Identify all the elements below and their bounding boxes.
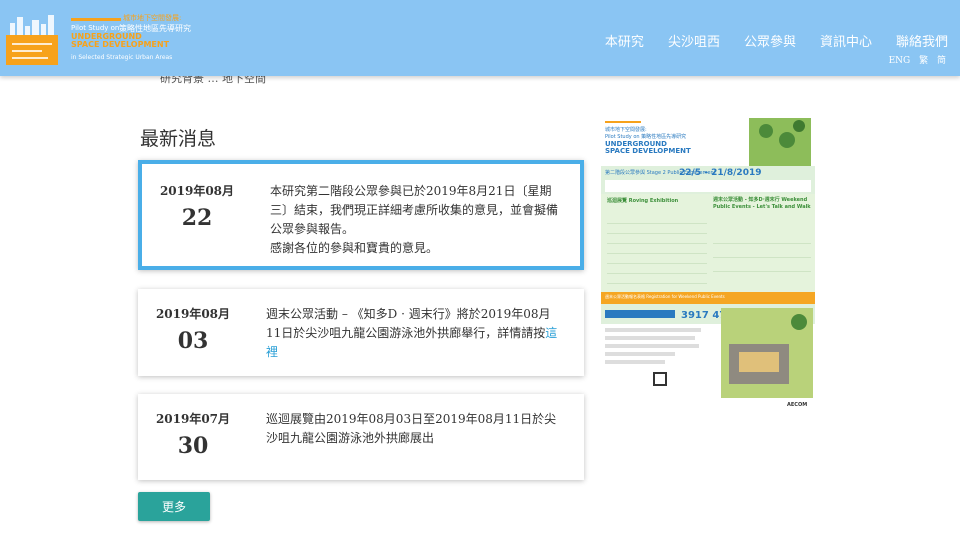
logo-en-line1: Pilot Study on [71,24,120,32]
lang-traditional[interactable]: 繁 [919,56,928,66]
poster-register-heading: 週末公眾活動報名表格 Registration for Weekend Publ… [605,294,725,299]
news-text: 本研究第二階段公眾參與已於2019年8月21日〔星期三〕結束，我們現正詳細考慮所… [270,184,559,255]
news-text: 週末公眾活動 – 《知多D · 週末行》將於2019年08月11日於尖沙咀九龍公… [266,307,558,359]
logo-mark-icon [6,13,58,65]
lang-eng[interactable]: ENG [889,56,911,66]
poster-head-zh: 城市地下空間發展: [605,127,647,133]
lang-simplified[interactable]: 简 [937,56,946,66]
logo-en-line2: UNDERGROUND SPACE DEVELOPMENT [71,32,170,49]
news-day: 03 [177,328,209,354]
news-item[interactable]: 2019年08月 03 週末公眾活動 – 《知多D · 週末行》將於2019年0… [138,289,584,376]
nav-item-tsim-sha-tsui-west[interactable]: 尖沙咀西 [668,31,720,50]
nav-item-info-centre[interactable]: 資訊中心 [820,31,872,50]
news-date: 2019年07月 30 [138,410,248,459]
logo-en-line4: in Selected Strategic Urban Areas [71,54,173,61]
main-nav: 本研究 尖沙咀西 公眾參與 資訊中心 聯絡我們 [581,31,948,50]
poster-info-text [605,328,705,398]
public-engagement-poster[interactable]: 城市地下空間發展: Pilot Study on 策略性地區先導研究 UNDER… [601,114,815,416]
nav-item-contact[interactable]: 聯絡我們 [896,31,948,50]
poster-weekend-schedule [713,230,811,288]
poster-aecom: AECOM [787,402,808,408]
poster-dates: 22/5 - 21/8/2019 [679,168,762,178]
news-day: 22 [181,205,213,231]
news-date: 2019年08月 03 [138,305,248,354]
site-header: 城市地下空間發展: Pilot Study on 策略性地區先導研究 UNDER… [0,0,960,76]
site-logo[interactable]: 城市地下空間發展: Pilot Study on 策略性地區先導研究 UNDER… [6,13,211,65]
poster-schedule [607,214,707,284]
nav-item-public-engagement[interactable]: 公眾參與 [744,31,796,50]
poster-weekend-heading: 週末公眾活動 - 知多D·週末行 Weekend Public Events -… [713,197,811,210]
poster-roving-heading: 巡迴展覽 Roving Exhibition [607,198,679,204]
news-year-month: 2019年08月 [159,184,235,198]
more-button[interactable]: 更多 [138,492,210,521]
poster-head-en: Pilot Study on 策略性地區先導研究 UNDERGROUND SPA… [605,134,691,155]
news-day: 30 [177,433,209,459]
news-item[interactable]: 2019年08月 22 本研究第二階段公眾參與已於2019年8月21日〔星期三〕… [138,160,584,270]
news-text: 巡迴展覽由2019年08月03日至2019年08月11日於尖沙咀九龍公園游泳池外… [266,412,557,445]
logo-zh-line1: 城市地下空間發展: [123,14,182,22]
news-year-month: 2019年08月 [155,307,231,321]
news-year-month: 2019年07月 [155,412,231,426]
news-date: 2019年08月 22 [142,182,252,231]
language-switcher: ENG 繁 简 [883,53,946,66]
nav-item-study[interactable]: 本研究 [605,31,644,50]
qr-code-icon [653,372,667,386]
page-title: 最新消息 [140,128,217,150]
news-item[interactable]: 2019年07月 30 巡迴展覽由2019年08月03日至2019年08月11日… [138,394,584,480]
